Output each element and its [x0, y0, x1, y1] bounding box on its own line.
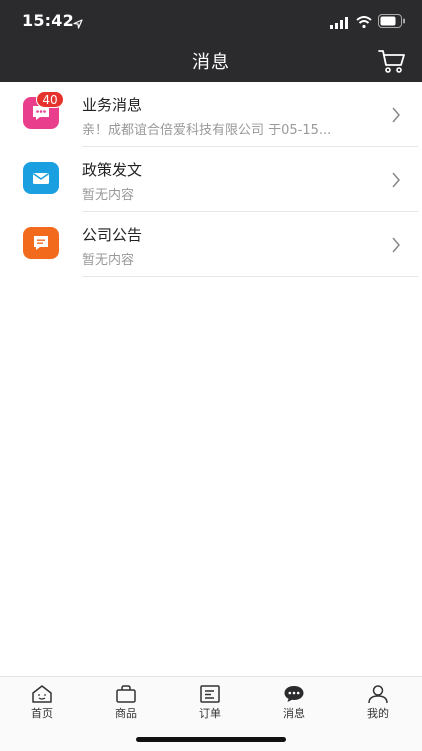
status-time: 15:42: [22, 11, 74, 30]
cart-icon: [378, 50, 405, 73]
wifi-icon: [356, 13, 372, 32]
page-title: 消息: [192, 52, 230, 73]
cellular-signal-icon: [330, 14, 350, 33]
message-item-title: 政策发文: [82, 161, 143, 179]
message-item-preview: 暂无内容: [82, 253, 135, 268]
home-face-icon: [32, 685, 52, 703]
home-indicator: [136, 737, 286, 742]
message-item-title: 业务消息: [82, 96, 143, 114]
divider: [82, 276, 418, 277]
message-item-announcement[interactable]: 公司公告 暂无内容: [0, 212, 422, 277]
tab-profile[interactable]: 我的: [336, 677, 420, 723]
chevron-right-icon: [392, 107, 400, 123]
tab-label: 我的: [367, 707, 389, 720]
message-item-business[interactable]: 40 业务消息 亲！成都谊合倍爱科技有限公司 于05-15...: [0, 82, 422, 147]
unread-count-badge: 40: [36, 91, 64, 108]
status-bar: 15:42: [0, 0, 422, 40]
tab-messages[interactable]: 消息: [252, 677, 336, 723]
tab-home[interactable]: 首页: [0, 677, 84, 723]
message-item-preview: 亲！成都谊合倍爱科技有限公司 于05-15...: [82, 123, 332, 138]
message-item-preview: 暂无内容: [82, 188, 135, 203]
tab-orders[interactable]: 订单: [168, 677, 252, 723]
chat-bubble-icon: [284, 686, 304, 702]
message-item-title: 公司公告: [82, 226, 143, 244]
message-item-policy[interactable]: 政策发文 暂无内容: [0, 147, 422, 212]
tab-label: 消息: [283, 707, 305, 720]
tab-label: 商品: [115, 707, 137, 720]
bag-icon: [116, 685, 136, 703]
header: 15:42 消息: [0, 0, 422, 82]
tab-label: 订单: [199, 707, 221, 720]
order-list-icon: [200, 685, 220, 703]
battery-icon: [378, 13, 406, 32]
chevron-right-icon: [392, 237, 400, 253]
location-arrow-icon: [73, 14, 83, 33]
chevron-right-icon: [392, 172, 400, 188]
policy-envelope-icon: [23, 162, 59, 194]
person-icon: [368, 685, 388, 704]
tab-products[interactable]: 商品: [84, 677, 168, 723]
message-list: 40 业务消息 亲！成都谊合倍爱科技有限公司 于05-15... 政策发文 暂无…: [0, 82, 422, 277]
cart-button[interactable]: [378, 48, 408, 76]
announcement-note-icon: [23, 227, 59, 259]
tab-label: 首页: [31, 707, 53, 720]
